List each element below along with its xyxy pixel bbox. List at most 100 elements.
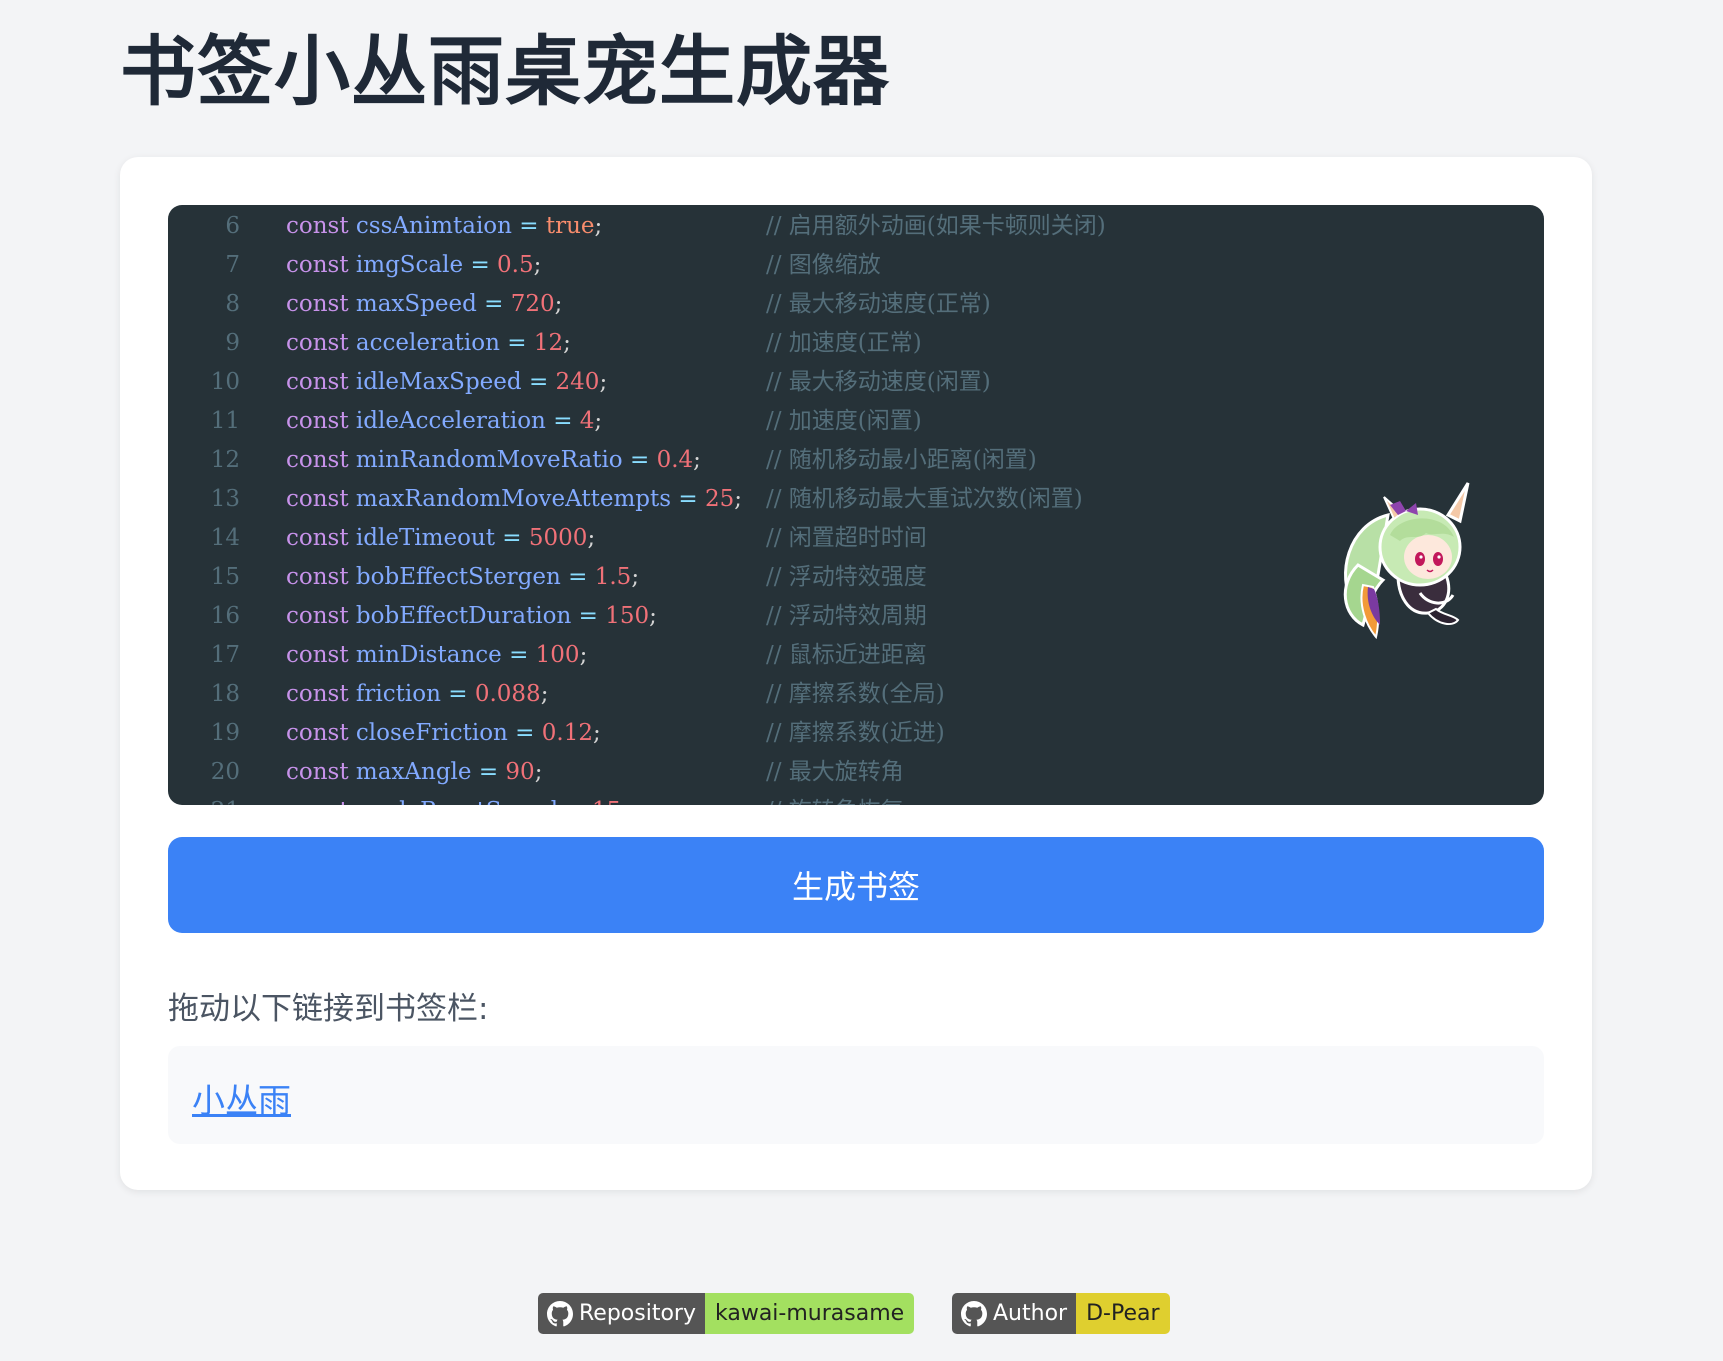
variable-value: 4 (579, 408, 595, 434)
variable-name: bobEffectDuration (355, 603, 572, 629)
variable-value: 0.5 (497, 252, 534, 278)
terminator: ; (693, 447, 701, 473)
code-statement: const angleResetSpeed = 15; (286, 792, 629, 805)
code-comment: // 浮动特效周期 (766, 603, 927, 629)
code-comment: // 最大旋转角 (766, 759, 904, 785)
github-icon (961, 1300, 987, 1326)
code-statement: const minDistance = 100; (286, 636, 587, 675)
line-number: 6 (225, 213, 240, 239)
author-badge-value: D-Pear (1076, 1293, 1170, 1334)
code-statement: const idleMaxSpeed = 240; (286, 363, 607, 402)
terminator: ; (594, 408, 603, 434)
keyword: const (286, 408, 349, 434)
code-statement: const bobEffectStergen = 1.5; (286, 558, 639, 597)
code-editor[interactable]: 6 const cssAnimtaion = true; // 启用额外动画(如果卡… (168, 205, 1544, 805)
repository-badge-value: kawai-murasame (704, 1293, 915, 1334)
code-comment: // 鼠标近进距离 (766, 642, 927, 668)
variable-value: true (545, 213, 595, 239)
github-icon (547, 1300, 573, 1326)
terminator: ; (534, 759, 543, 785)
code-comment: // 旋转角恢复 (766, 792, 904, 805)
variable-name: maxAngle (355, 759, 472, 785)
bookmark-link-box: 小丛雨 (168, 1046, 1544, 1144)
code-line: 20 const maxAngle = 90; // 最大旋转角 (168, 753, 1544, 792)
keyword: const (286, 759, 349, 785)
drag-instruction: 拖动以下链接到书签栏: (168, 991, 489, 1027)
variable-value: 240 (555, 369, 600, 395)
keyword: const (286, 213, 349, 239)
code-line: 21 const angleResetSpeed = 15; // 旋转角恢复 (168, 792, 1544, 805)
repository-badge[interactable]: Repository kawai-murasame (538, 1293, 915, 1334)
code-statement: const maxSpeed = 720; (286, 285, 562, 324)
operator: = (578, 603, 598, 629)
operator: = (448, 681, 468, 707)
code-comment: // 加速度(正常) (766, 330, 922, 356)
bookmark-link[interactable]: 小丛雨 (192, 1074, 291, 1122)
code-comment: // 随机移动最大重试次数(闲置) (766, 486, 1083, 512)
keyword: const (286, 447, 349, 473)
code-line: 9 const acceleration = 12; // 加速度(正常) (168, 324, 1544, 363)
variable-name: minRandomMoveRatio (355, 447, 623, 473)
page-title: 书签小丛雨桌宠生成器 (120, 27, 890, 116)
variable-name: idleAcceleration (355, 408, 546, 434)
code-comment: // 图像缩放 (766, 252, 881, 278)
code-statement: const minRandomMoveRatio = 0.4; (286, 441, 701, 480)
generator-card: 6 const cssAnimtaion = true; // 启用额外动画(如果卡… (120, 157, 1592, 1190)
code-comment: // 摩擦系数(近进) (766, 720, 945, 746)
variable-value: 100 (535, 642, 580, 668)
variable-name: bobEffectStergen (355, 564, 561, 590)
code-line: 10 const idleMaxSpeed = 240; // 最大移动速度(闲置) (168, 363, 1544, 402)
operator: = (519, 213, 539, 239)
line-number: 10 (210, 369, 240, 395)
code-statement: const closeFriction = 0.12; (286, 714, 601, 753)
keyword: const (286, 603, 349, 629)
code-line: 7 const imgScale = 0.5; // 图像缩放 (168, 246, 1544, 285)
line-number: 16 (210, 603, 240, 629)
variable-value: 5000 (528, 525, 588, 551)
operator: = (502, 525, 522, 551)
keyword: const (286, 564, 349, 590)
code-statement: const acceleration = 12; (286, 324, 571, 363)
terminator: ; (592, 720, 601, 746)
operator: = (509, 642, 529, 668)
operator: = (507, 330, 527, 356)
variable-name: friction (355, 681, 441, 707)
code-statement: const maxAngle = 90; (286, 753, 542, 792)
keyword: const (286, 369, 349, 395)
variable-value: 15 (592, 798, 621, 805)
keyword: const (286, 252, 349, 278)
variable-value: 0.088 (474, 681, 541, 707)
terminator: ; (540, 681, 549, 707)
operator: = (568, 564, 588, 590)
line-number: 14 (210, 525, 240, 551)
variable-name: minDistance (355, 642, 502, 668)
author-badge[interactable]: Author D-Pear (952, 1293, 1170, 1334)
operator: = (678, 486, 698, 512)
code-line: 11 const idleAcceleration = 4; // 加速度(闲置) (168, 402, 1544, 441)
keyword: const (286, 291, 349, 317)
keyword: const (286, 642, 349, 668)
line-number: 11 (210, 408, 240, 434)
variable-name: idleMaxSpeed (355, 369, 522, 395)
variable-value: 25 (704, 486, 735, 512)
generate-bookmark-button[interactable]: 生成书签 (168, 837, 1544, 933)
keyword: const (286, 681, 349, 707)
terminator: ; (579, 642, 588, 668)
operator: = (565, 798, 584, 805)
code-statement: const friction = 0.088; (286, 675, 548, 714)
variable-name: maxSpeed (355, 291, 477, 317)
line-number: 12 (210, 447, 240, 473)
line-number: 21 (168, 792, 240, 805)
variable-name: idleTimeout (355, 525, 495, 551)
line-number: 15 (210, 564, 240, 590)
operator: = (478, 759, 499, 785)
murasame-pet-sprite[interactable] (1328, 475, 1498, 645)
code-statement: const idleTimeout = 5000; (286, 519, 595, 558)
code-comment: // 最大移动速度(正常) (766, 291, 991, 317)
operator: = (470, 252, 490, 278)
operator: = (553, 408, 573, 434)
author-badge-label: Author (993, 1301, 1068, 1326)
line-number: 9 (225, 330, 240, 356)
terminator: ; (554, 291, 563, 317)
variable-name: acceleration (355, 330, 500, 356)
